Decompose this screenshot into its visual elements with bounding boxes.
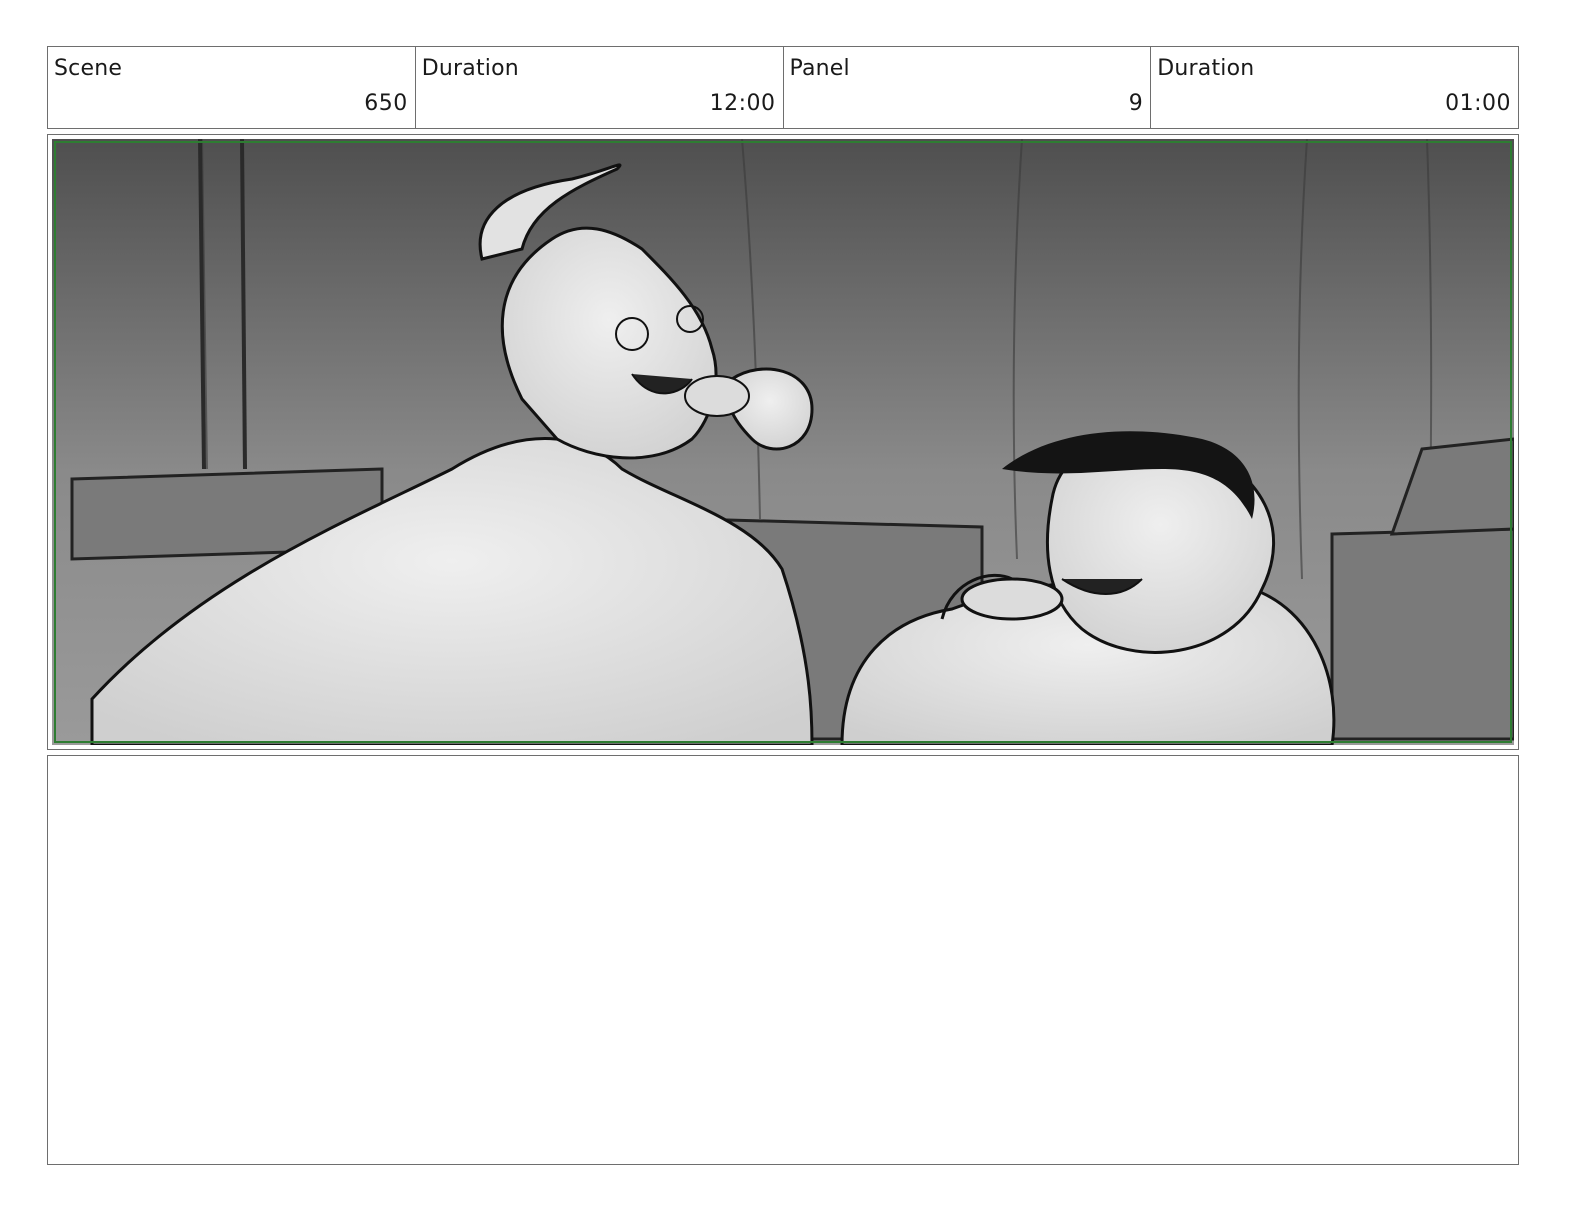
scene-number: 650	[364, 91, 408, 116]
scene-label: Scene	[54, 56, 123, 81]
scene-cell: Scene 650	[48, 47, 416, 128]
panel-notes-area[interactable]	[47, 755, 1519, 1165]
panel-info-header: Scene 650 Duration 12:00 Panel 9 Duratio…	[47, 46, 1519, 129]
storyboard-panel-frame	[47, 134, 1519, 750]
panel-label: Panel	[789, 56, 850, 81]
panel-duration-label: Duration	[1157, 56, 1255, 81]
scene-duration-label: Duration	[421, 56, 519, 81]
panel-cell: Panel 9	[784, 47, 1152, 128]
storyboard-sketch	[52, 139, 1514, 745]
panel-duration-value: 01:00	[1445, 91, 1511, 116]
sketch-illustration	[52, 139, 1514, 745]
scene-duration-value: 12:00	[709, 91, 776, 116]
panel-number: 9	[1128, 91, 1144, 116]
scene-duration-cell: Duration 12:00	[416, 47, 784, 128]
panel-duration-cell: Duration 01:00	[1151, 47, 1518, 128]
